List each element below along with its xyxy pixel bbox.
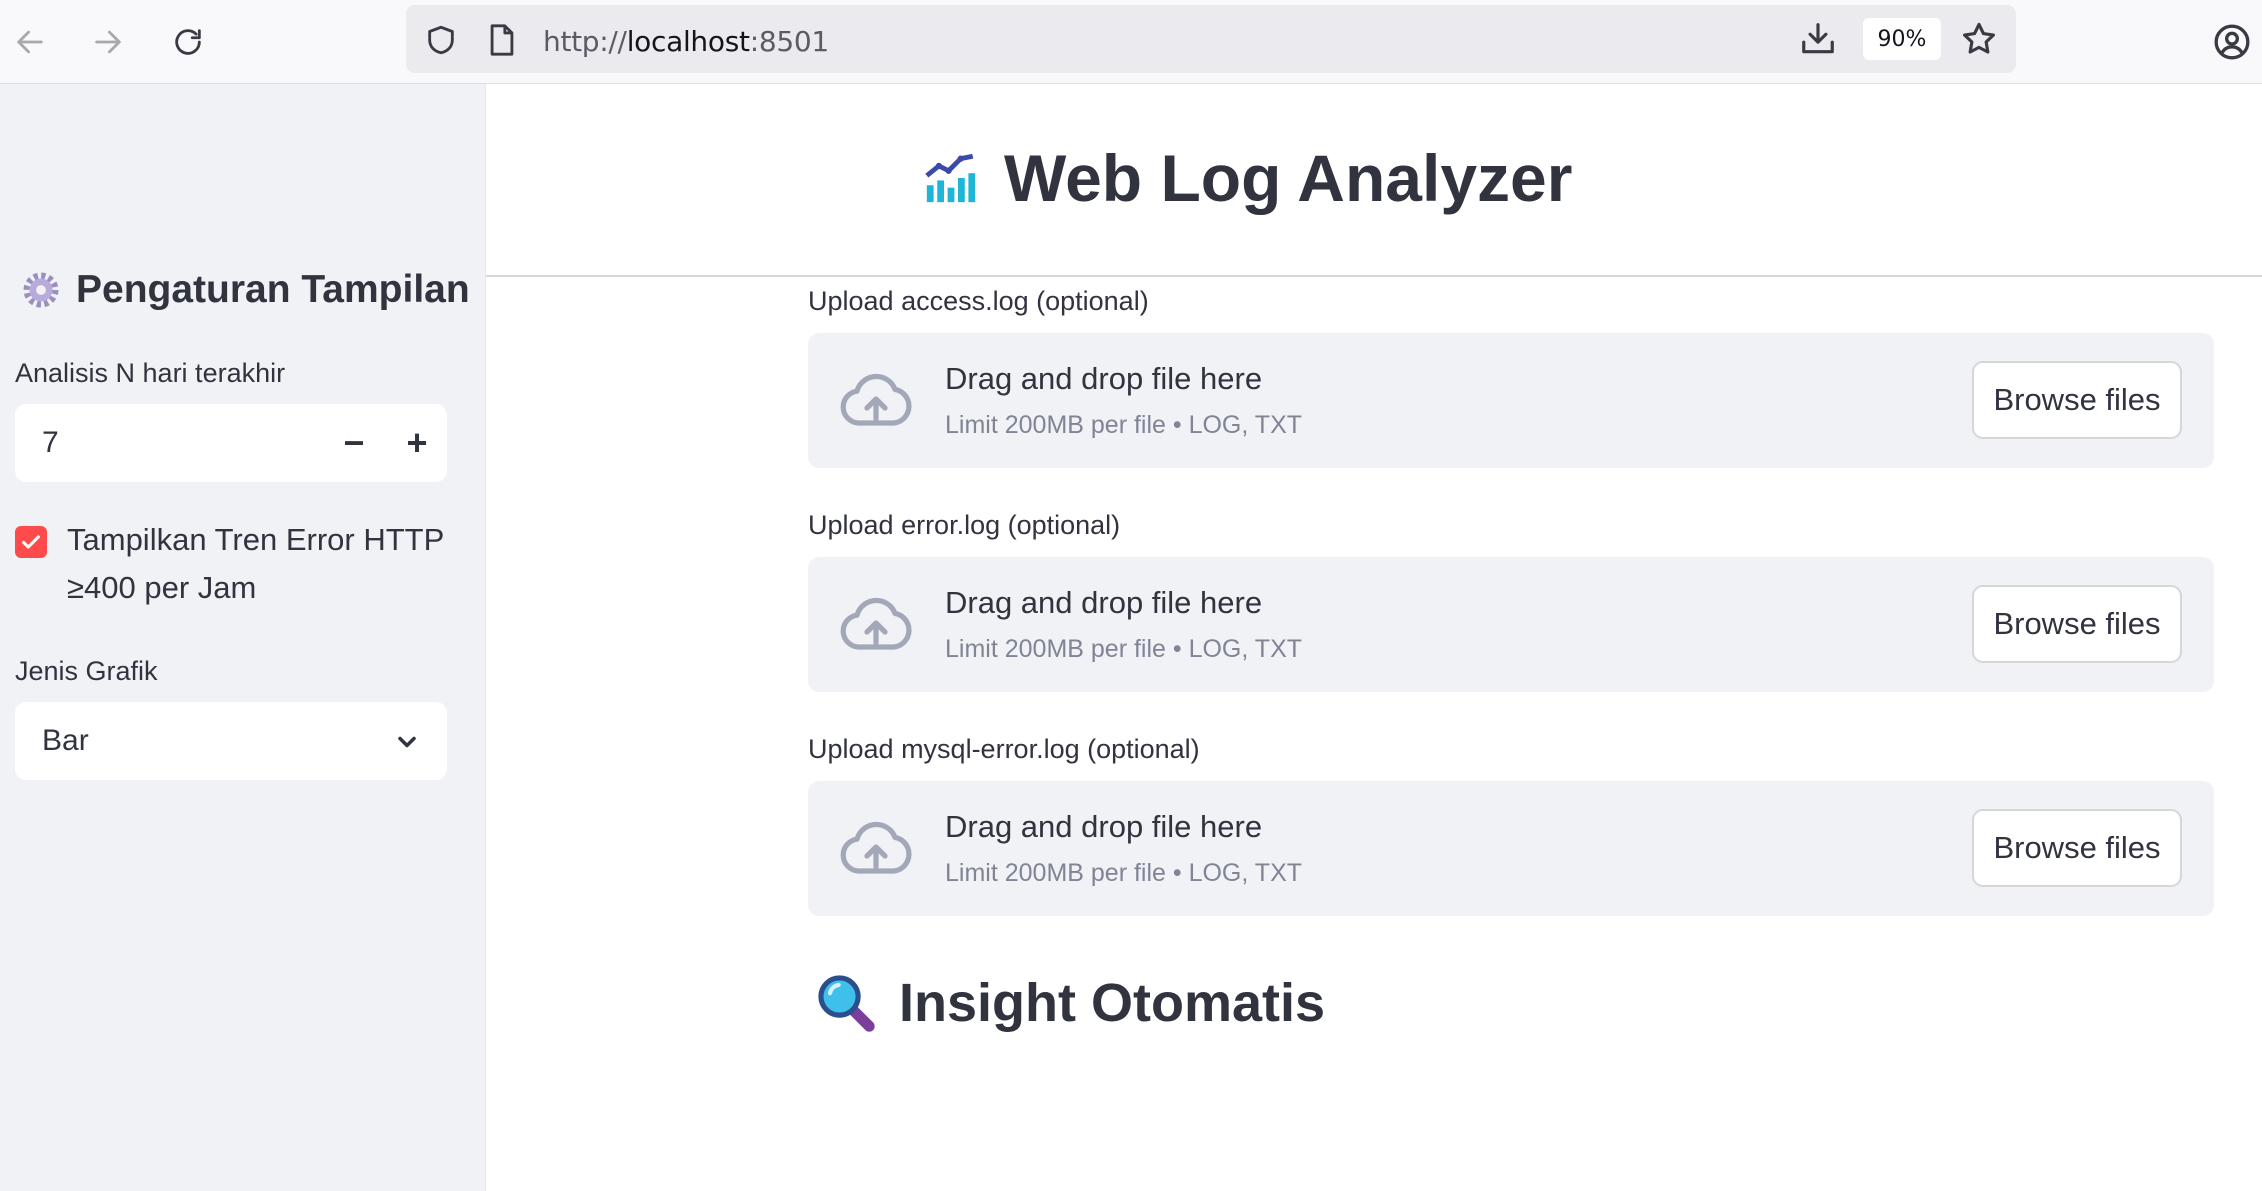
cloud-upload-icon [840,373,912,426]
star-bookmark-icon[interactable] [1960,20,1998,58]
upload-mysql-error-log-label: Upload mysql-error.log (optional) [808,734,1200,764]
checkmark-icon [22,535,40,549]
cloud-upload-icon [840,821,912,874]
page-icon[interactable] [486,23,518,57]
dropzone-limit-text: Limit 200MB per file • LOG, TXT [945,859,1303,887]
upload-access-log-dropzone[interactable]: Drag and drop file here Limit 200MB per … [808,333,2214,468]
trend-checkbox[interactable] [15,526,47,558]
reload-icon [175,29,201,55]
dropzone-main-text: Drag and drop file here [945,585,1263,620]
forward-arrow-icon [95,30,121,54]
account-button[interactable] [2208,18,2256,66]
sidebar-header-text: Pengaturan Tampilan [76,268,470,311]
insight-heading: Insight Otomatis [815,972,1325,1034]
sidebar-header: Pengaturan Tampilan [20,268,470,312]
chevron-down-icon[interactable] [393,728,421,756]
browse-files-button[interactable]: Browse files [1972,361,2182,439]
magnifying-glass-icon [818,975,875,1032]
forward-button[interactable] [84,18,132,66]
chart-type-label: Jenis Grafik [15,656,158,686]
gear-icon [23,272,59,308]
url-bar[interactable]: http://localhost:8501 90% [406,5,2016,73]
chart-type-value[interactable]: Bar [42,724,89,758]
browser-toolbar: http://localhost:8501 90% [0,0,2262,84]
days-input-label: Analisis N hari terakhir [15,358,286,388]
sidebar: Pengaturan Tampilan Analisis N hari tera… [0,84,486,1191]
dropzone-limit-text: Limit 200MB per file • LOG, TXT [945,411,1303,439]
days-number-input[interactable]: 7 − + [15,404,447,482]
page-title: Web Log Analyzer [922,140,1572,216]
dropzone-main-text: Drag and drop file here [945,809,1263,844]
download-icon[interactable] [1799,20,1837,58]
account-icon [2214,24,2250,60]
shield-icon[interactable] [424,23,458,57]
upload-error-log-label: Upload error.log (optional) [808,510,1121,540]
dropzone-main-text: Drag and drop file here [945,361,1263,396]
page-title-text: Web Log Analyzer [1004,141,1573,215]
upload-mysql-error-log-dropzone[interactable]: Drag and drop file here Limit 200MB per … [808,781,2214,916]
browse-files-button[interactable]: Browse files [1972,585,2182,663]
decrement-button[interactable]: − [329,418,379,468]
days-input-value[interactable]: 7 [42,426,59,460]
insight-heading-text: Insight Otomatis [899,973,1326,1033]
chart-increasing-icon [925,153,976,203]
back-arrow-icon [17,30,43,54]
cloud-upload-icon [840,597,912,650]
url-text[interactable]: http://localhost:8501 [543,25,829,58]
increment-button[interactable]: + [392,418,442,468]
chart-type-select[interactable]: Bar [15,702,447,780]
browse-files-button[interactable]: Browse files [1972,809,2182,887]
dropzone-limit-text: Limit 200MB per file • LOG, TXT [945,635,1303,663]
upload-access-log-label: Upload access.log (optional) [808,286,1149,316]
upload-error-log-dropzone[interactable]: Drag and drop file here Limit 200MB per … [808,557,2214,692]
trend-checkbox-label[interactable]: Tampilkan Tren Error HTTP ≥400 per Jam [67,516,467,612]
reload-button[interactable] [164,18,212,66]
zoom-level-badge[interactable]: 90% [1863,18,1941,60]
back-button[interactable] [6,18,54,66]
